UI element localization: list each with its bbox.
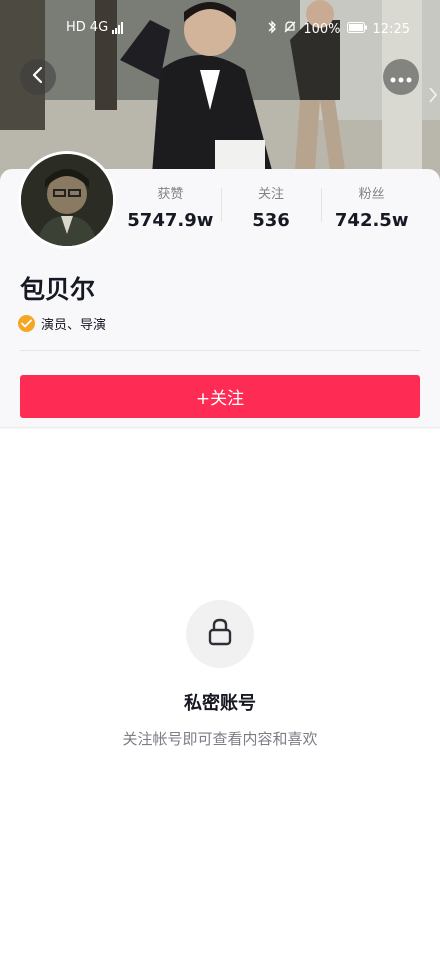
status-bar: HD 4G 100% 12:25 [0,0,440,58]
private-lock-badge [186,600,254,668]
verification-row: 演员、导演 [18,314,106,333]
divider [20,350,420,351]
verified-check-icon [18,315,35,332]
stat-label: 粉丝 [358,187,385,202]
stat-followers[interactable]: 粉丝 742.5w [321,181,422,237]
bluetooth-icon [267,20,277,38]
profile-name: 包贝尔 [20,275,96,304]
back-button[interactable] [20,59,56,95]
avatar-image [21,154,113,246]
status-indicators: 100% 12:25 [267,20,410,38]
more-dots-icon [390,68,412,87]
stat-likes[interactable]: 获赞 5747.9w [120,181,221,237]
divider [0,427,440,428]
verification-text: 演员、导演 [41,318,107,333]
private-account-subtitle: 关注帐号即可查看内容和喜欢 [122,730,318,748]
battery-icon [346,21,367,37]
stat-value: 5747.9w [127,210,214,231]
stat-value: 536 [252,210,290,231]
private-account-title: 私密账号 [184,693,256,714]
network-label: 4G [89,20,109,35]
stat-following[interactable]: 关注 536 [220,181,322,237]
more-button[interactable] [383,59,419,95]
status-network: HD 4G [66,20,124,35]
battery-label: 100% [303,21,341,37]
follow-button[interactable]: +关注 [20,375,420,418]
stat-label: 获赞 [157,187,184,202]
lock-icon [206,617,234,651]
stat-value: 742.5w [334,210,409,231]
stat-label: 关注 [258,187,285,202]
chevron-right-icon [428,86,438,108]
profile-stats: 获赞 5747.9w 关注 536 粉丝 742.5w [120,181,422,237]
avatar[interactable] [18,151,116,249]
chevron-left-icon [30,66,46,88]
clock: 12:25 [372,21,410,37]
hd-label: HD [66,20,86,35]
mute-icon [283,20,297,38]
signal-icon [112,21,124,34]
